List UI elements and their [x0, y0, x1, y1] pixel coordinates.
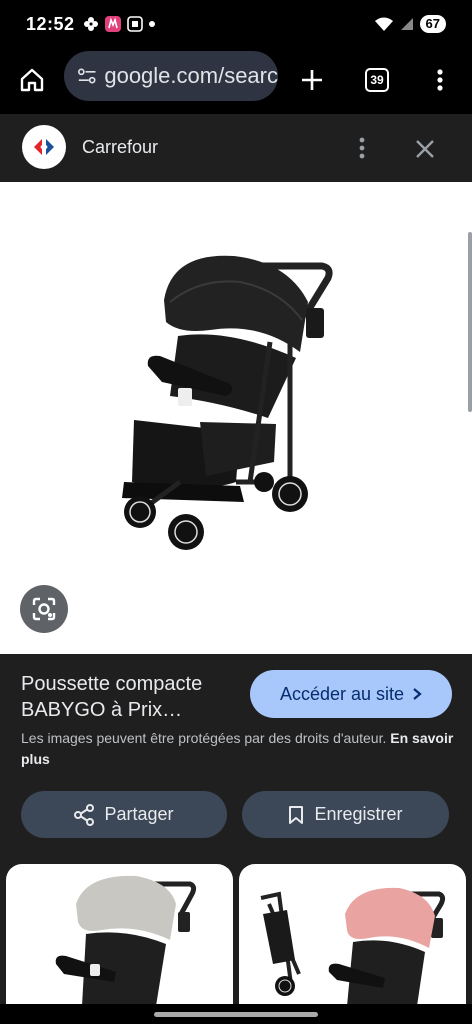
screenshot-icon: [126, 16, 143, 32]
close-icon: [416, 140, 434, 158]
more-vert-icon: [359, 137, 365, 159]
wifi-icon: [374, 17, 393, 31]
related-stroller-grey-image: [55, 875, 197, 1006]
source-site-bar: Carrefour: [0, 114, 472, 182]
browser-toolbar: google.com/searc 39: [0, 48, 472, 112]
tab-count: 39: [365, 68, 389, 92]
main-product-image[interactable]: [0, 182, 472, 654]
close-button[interactable]: [412, 136, 438, 162]
share-icon: [74, 803, 95, 826]
new-tab-button[interactable]: [292, 60, 332, 100]
result-title[interactable]: Poussette compacte BABYGO à Prix…: [21, 671, 241, 723]
home-icon: [20, 68, 44, 92]
bookmark-icon: [289, 805, 304, 824]
system-nav-bar: [0, 1004, 472, 1024]
carrefour-logo[interactable]: [22, 125, 66, 169]
save-button[interactable]: Enregistrer: [242, 791, 449, 838]
related-image-card[interactable]: [239, 864, 466, 1006]
google-lens-button[interactable]: [20, 585, 68, 633]
lens-icon: [32, 597, 56, 621]
url-text: google.com/searc: [104, 63, 278, 88]
plus-icon: [302, 70, 322, 90]
tab-switcher-button[interactable]: 39: [357, 60, 397, 100]
flower-icon: [83, 17, 98, 31]
visit-site-label: Accéder au site: [279, 683, 405, 704]
visit-site-button[interactable]: Accéder au site: [250, 670, 452, 718]
url-bar[interactable]: google.com/searc: [64, 51, 278, 101]
related-image-card[interactable]: [6, 864, 233, 1006]
status-time: 12:52: [26, 13, 75, 34]
copyright-text: Les images peuvent être protégées par de…: [21, 730, 387, 746]
app-icon: [104, 16, 121, 32]
related-stroller-pink-image: [260, 887, 446, 1006]
status-right: 67: [374, 15, 446, 33]
home-button[interactable]: [12, 60, 52, 100]
more-vert-icon: [437, 69, 443, 91]
save-label: Enregistrer: [314, 804, 403, 824]
chevron-right-icon: [413, 688, 422, 700]
stroller-image: [122, 255, 333, 550]
signal-icon: [400, 18, 413, 30]
notification-icons: [83, 16, 155, 32]
carrefour-logo-icon: [34, 139, 54, 155]
home-gesture-handle[interactable]: [154, 1012, 318, 1017]
site-more-button[interactable]: [352, 136, 372, 160]
menu-button[interactable]: [420, 60, 460, 100]
scroll-indicator[interactable]: [468, 232, 472, 412]
battery-indicator: 67: [419, 15, 446, 33]
share-label: Partager: [104, 804, 174, 824]
dot-icon: [148, 21, 155, 27]
copyright-notice: Les images peuvent être protégées par de…: [21, 728, 457, 770]
status-bar: 12:52 67: [0, 0, 472, 48]
site-settings-icon[interactable]: [78, 66, 96, 86]
site-name: Carrefour: [82, 137, 159, 157]
share-button[interactable]: Partager: [21, 791, 227, 838]
